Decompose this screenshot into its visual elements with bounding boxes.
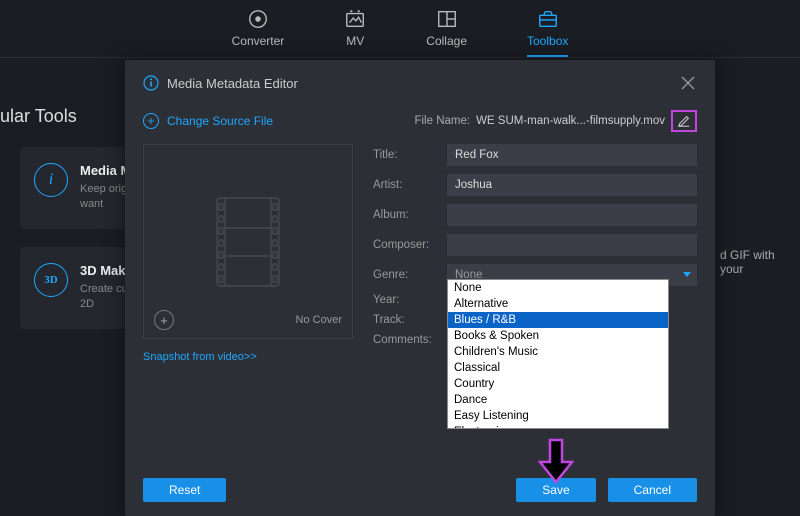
reset-button[interactable]: Reset <box>143 478 226 502</box>
nav-label: Collage <box>426 34 467 48</box>
chevron-down-icon <box>683 272 691 277</box>
mv-icon <box>344 8 366 30</box>
metadata-editor-modal: Media Metadata Editor + Change Source Fi… <box>125 60 715 516</box>
close-button[interactable] <box>679 74 697 92</box>
album-input[interactable] <box>447 204 697 226</box>
info-icon <box>143 75 159 91</box>
nav-label: Toolbox <box>527 34 568 48</box>
pencil-icon[interactable] <box>677 114 691 128</box>
genre-option[interactable]: Electronic <box>448 424 668 429</box>
genre-option[interactable]: Children's Music <box>448 344 668 360</box>
info-icon: i <box>34 163 68 197</box>
genre-option[interactable]: None <box>448 280 668 296</box>
right-peek-text: d GIF with your <box>720 248 800 276</box>
converter-icon <box>247 8 269 30</box>
year-label: Year: <box>373 294 437 306</box>
genre-option[interactable]: Blues / R&B <box>448 312 668 328</box>
nav-collage[interactable]: Collage <box>426 8 467 57</box>
nav-converter[interactable]: Converter <box>232 8 285 57</box>
title-input[interactable] <box>447 144 697 166</box>
nav-toolbox[interactable]: Toolbox <box>527 8 568 57</box>
album-label: Album: <box>373 209 437 221</box>
add-cover-button[interactable]: + <box>154 310 174 330</box>
genre-option[interactable]: Alternative <box>448 296 668 312</box>
toolbox-icon <box>537 8 559 30</box>
genre-option[interactable]: Country <box>448 376 668 392</box>
annotation-arrow-icon <box>538 438 574 484</box>
cover-frame: + No Cover <box>143 144 353 339</box>
top-nav: Converter MV Collage Toolbox <box>0 0 800 58</box>
3d-icon: 3D <box>34 263 68 297</box>
snapshot-link[interactable]: Snapshot from video>> <box>143 351 257 363</box>
nav-label: MV <box>346 34 364 48</box>
genre-option[interactable]: Easy Listening <box>448 408 668 424</box>
genre-label: Genre: <box>373 269 437 281</box>
change-source-label: Change Source File <box>167 114 273 128</box>
file-name-label: File Name: <box>414 115 470 127</box>
no-cover-label: No Cover <box>296 314 342 326</box>
comments-label: Comments: <box>373 334 437 346</box>
title-label: Title: <box>373 149 437 161</box>
genre-dropdown[interactable]: NoneAlternativeBlues / R&BBooks & Spoken… <box>447 279 669 429</box>
cover-art-panel: + No Cover Snapshot from video>> <box>143 144 353 464</box>
genre-option[interactable]: Dance <box>448 392 668 408</box>
nav-label: Converter <box>232 34 285 48</box>
collage-icon <box>436 8 458 30</box>
artist-label: Artist: <box>373 179 437 191</box>
nav-mv[interactable]: MV <box>344 8 366 57</box>
composer-input[interactable] <box>447 234 697 256</box>
change-source-button[interactable]: + Change Source File <box>143 113 273 129</box>
track-label: Track: <box>373 314 437 326</box>
plus-icon: + <box>143 113 159 129</box>
edit-filename-highlight <box>671 110 697 132</box>
file-name-value: WE SUM-man-walk...-filmsupply.mov <box>476 115 665 127</box>
metadata-form: Title: Artist: Album: Composer: Genre: N… <box>373 144 697 464</box>
genre-option[interactable]: Classical <box>448 360 668 376</box>
composer-label: Composer: <box>373 239 437 251</box>
cancel-button[interactable]: Cancel <box>608 478 697 502</box>
modal-title: Media Metadata Editor <box>167 76 679 91</box>
film-strip-icon <box>203 192 293 292</box>
artist-input[interactable] <box>447 174 697 196</box>
genre-option[interactable]: Books & Spoken <box>448 328 668 344</box>
